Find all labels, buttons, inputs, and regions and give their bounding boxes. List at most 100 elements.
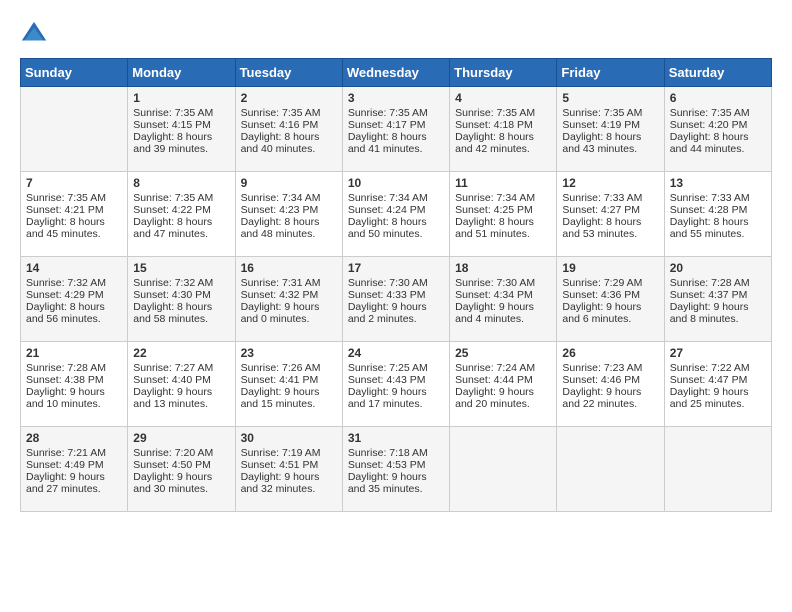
calendar-cell: 9 Sunrise: 7:34 AM Sunset: 4:23 PM Dayli… — [235, 172, 342, 257]
calendar-cell: 19 Sunrise: 7:29 AM Sunset: 4:36 PM Dayl… — [557, 257, 664, 342]
calendar-cell: 3 Sunrise: 7:35 AM Sunset: 4:17 PM Dayli… — [342, 87, 449, 172]
day-number: 11 — [455, 176, 551, 190]
day-number: 9 — [241, 176, 337, 190]
daylight-text: Daylight: 9 hours and 4 minutes. — [455, 301, 534, 325]
day-number: 6 — [670, 91, 766, 105]
calendar-cell: 5 Sunrise: 7:35 AM Sunset: 4:19 PM Dayli… — [557, 87, 664, 172]
calendar-week-4: 21 Sunrise: 7:28 AM Sunset: 4:38 PM Dayl… — [21, 342, 772, 427]
sunrise-text: Sunrise: 7:24 AM — [455, 362, 535, 374]
sunset-text: Sunset: 4:32 PM — [241, 289, 319, 301]
sunrise-text: Sunrise: 7:35 AM — [562, 107, 642, 119]
sunrise-text: Sunrise: 7:25 AM — [348, 362, 428, 374]
daylight-text: Daylight: 9 hours and 10 minutes. — [26, 386, 105, 410]
col-header-wednesday: Wednesday — [342, 59, 449, 87]
calendar-cell: 26 Sunrise: 7:23 AM Sunset: 4:46 PM Dayl… — [557, 342, 664, 427]
calendar-cell: 6 Sunrise: 7:35 AM Sunset: 4:20 PM Dayli… — [664, 87, 771, 172]
calendar-cell: 31 Sunrise: 7:18 AM Sunset: 4:53 PM Dayl… — [342, 427, 449, 512]
sunset-text: Sunset: 4:47 PM — [670, 374, 748, 386]
sunrise-text: Sunrise: 7:35 AM — [133, 107, 213, 119]
daylight-text: Daylight: 8 hours and 41 minutes. — [348, 131, 427, 155]
sunset-text: Sunset: 4:29 PM — [26, 289, 104, 301]
daylight-text: Daylight: 8 hours and 44 minutes. — [670, 131, 749, 155]
daylight-text: Daylight: 8 hours and 48 minutes. — [241, 216, 320, 240]
daylight-text: Daylight: 8 hours and 42 minutes. — [455, 131, 534, 155]
sunrise-text: Sunrise: 7:28 AM — [26, 362, 106, 374]
day-number: 19 — [562, 261, 658, 275]
calendar-cell — [557, 427, 664, 512]
sunset-text: Sunset: 4:30 PM — [133, 289, 211, 301]
sunset-text: Sunset: 4:22 PM — [133, 204, 211, 216]
sunrise-text: Sunrise: 7:33 AM — [562, 192, 642, 204]
sunset-text: Sunset: 4:41 PM — [241, 374, 319, 386]
sunrise-text: Sunrise: 7:31 AM — [241, 277, 321, 289]
day-number: 5 — [562, 91, 658, 105]
sunset-text: Sunset: 4:18 PM — [455, 119, 533, 131]
day-number: 24 — [348, 346, 444, 360]
sunset-text: Sunset: 4:37 PM — [670, 289, 748, 301]
calendar-cell: 20 Sunrise: 7:28 AM Sunset: 4:37 PM Dayl… — [664, 257, 771, 342]
calendar-cell: 14 Sunrise: 7:32 AM Sunset: 4:29 PM Dayl… — [21, 257, 128, 342]
daylight-text: Daylight: 9 hours and 13 minutes. — [133, 386, 212, 410]
sunrise-text: Sunrise: 7:22 AM — [670, 362, 750, 374]
calendar-cell: 27 Sunrise: 7:22 AM Sunset: 4:47 PM Dayl… — [664, 342, 771, 427]
sunset-text: Sunset: 4:28 PM — [670, 204, 748, 216]
calendar-cell: 13 Sunrise: 7:33 AM Sunset: 4:28 PM Dayl… — [664, 172, 771, 257]
calendar-cell: 7 Sunrise: 7:35 AM Sunset: 4:21 PM Dayli… — [21, 172, 128, 257]
sunrise-text: Sunrise: 7:35 AM — [348, 107, 428, 119]
day-number: 23 — [241, 346, 337, 360]
daylight-text: Daylight: 8 hours and 50 minutes. — [348, 216, 427, 240]
day-number: 8 — [133, 176, 229, 190]
day-number: 25 — [455, 346, 551, 360]
calendar-week-2: 7 Sunrise: 7:35 AM Sunset: 4:21 PM Dayli… — [21, 172, 772, 257]
daylight-text: Daylight: 8 hours and 43 minutes. — [562, 131, 641, 155]
sunrise-text: Sunrise: 7:35 AM — [26, 192, 106, 204]
calendar-cell — [21, 87, 128, 172]
daylight-text: Daylight: 9 hours and 15 minutes. — [241, 386, 320, 410]
sunset-text: Sunset: 4:23 PM — [241, 204, 319, 216]
calendar-week-5: 28 Sunrise: 7:21 AM Sunset: 4:49 PM Dayl… — [21, 427, 772, 512]
daylight-text: Daylight: 9 hours and 20 minutes. — [455, 386, 534, 410]
calendar-cell: 22 Sunrise: 7:27 AM Sunset: 4:40 PM Dayl… — [128, 342, 235, 427]
day-number: 27 — [670, 346, 766, 360]
calendar-cell: 4 Sunrise: 7:35 AM Sunset: 4:18 PM Dayli… — [450, 87, 557, 172]
daylight-text: Daylight: 9 hours and 6 minutes. — [562, 301, 641, 325]
calendar-cell: 11 Sunrise: 7:34 AM Sunset: 4:25 PM Dayl… — [450, 172, 557, 257]
daylight-text: Daylight: 9 hours and 25 minutes. — [670, 386, 749, 410]
day-number: 4 — [455, 91, 551, 105]
sunset-text: Sunset: 4:49 PM — [26, 459, 104, 471]
calendar-cell: 10 Sunrise: 7:34 AM Sunset: 4:24 PM Dayl… — [342, 172, 449, 257]
daylight-text: Daylight: 9 hours and 22 minutes. — [562, 386, 641, 410]
day-number: 7 — [26, 176, 122, 190]
page-header — [20, 20, 772, 48]
calendar-cell: 30 Sunrise: 7:19 AM Sunset: 4:51 PM Dayl… — [235, 427, 342, 512]
day-number: 18 — [455, 261, 551, 275]
calendar-cell: 2 Sunrise: 7:35 AM Sunset: 4:16 PM Dayli… — [235, 87, 342, 172]
day-number: 17 — [348, 261, 444, 275]
sunrise-text: Sunrise: 7:35 AM — [241, 107, 321, 119]
daylight-text: Daylight: 8 hours and 45 minutes. — [26, 216, 105, 240]
calendar-cell: 16 Sunrise: 7:31 AM Sunset: 4:32 PM Dayl… — [235, 257, 342, 342]
calendar-cell: 25 Sunrise: 7:24 AM Sunset: 4:44 PM Dayl… — [450, 342, 557, 427]
sunrise-text: Sunrise: 7:28 AM — [670, 277, 750, 289]
day-number: 31 — [348, 431, 444, 445]
calendar-cell — [664, 427, 771, 512]
calendar-cell: 8 Sunrise: 7:35 AM Sunset: 4:22 PM Dayli… — [128, 172, 235, 257]
day-number: 20 — [670, 261, 766, 275]
sunset-text: Sunset: 4:24 PM — [348, 204, 426, 216]
sunset-text: Sunset: 4:43 PM — [348, 374, 426, 386]
sunset-text: Sunset: 4:51 PM — [241, 459, 319, 471]
logo — [20, 20, 52, 48]
daylight-text: Daylight: 8 hours and 39 minutes. — [133, 131, 212, 155]
sunrise-text: Sunrise: 7:34 AM — [241, 192, 321, 204]
day-number: 21 — [26, 346, 122, 360]
daylight-text: Daylight: 8 hours and 53 minutes. — [562, 216, 641, 240]
calendar-table: SundayMondayTuesdayWednesdayThursdayFrid… — [20, 58, 772, 512]
calendar-header: SundayMondayTuesdayWednesdayThursdayFrid… — [21, 59, 772, 87]
sunset-text: Sunset: 4:21 PM — [26, 204, 104, 216]
day-number: 3 — [348, 91, 444, 105]
sunset-text: Sunset: 4:20 PM — [670, 119, 748, 131]
calendar-cell: 23 Sunrise: 7:26 AM Sunset: 4:41 PM Dayl… — [235, 342, 342, 427]
day-number: 13 — [670, 176, 766, 190]
col-header-tuesday: Tuesday — [235, 59, 342, 87]
sunrise-text: Sunrise: 7:21 AM — [26, 447, 106, 459]
